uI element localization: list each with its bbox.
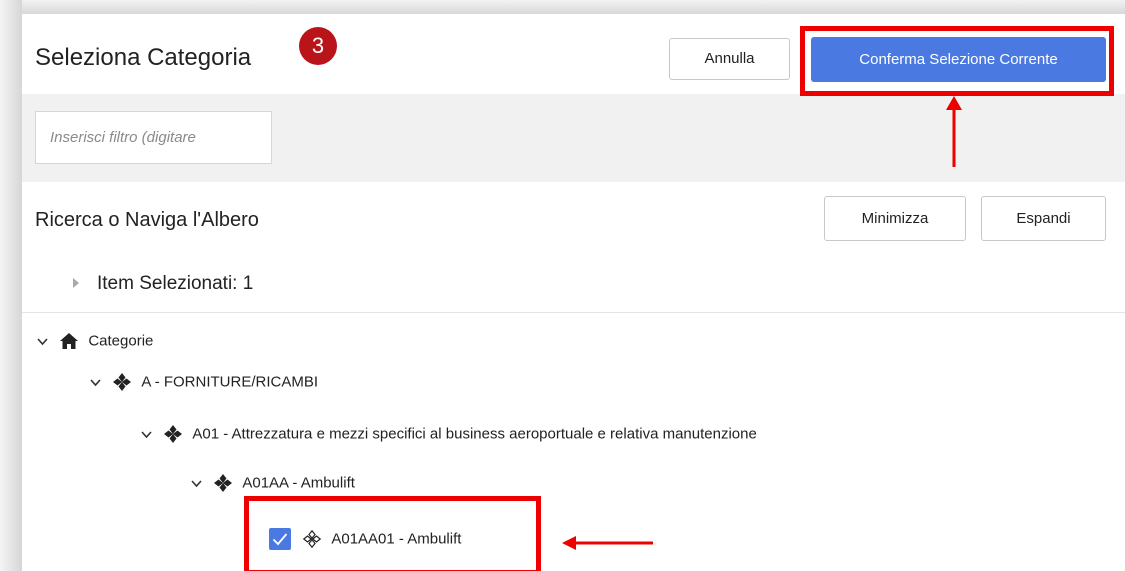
tree-node-label: Categorie bbox=[88, 332, 154, 350]
filter-input[interactable] bbox=[35, 111, 272, 164]
window-shadow-top bbox=[0, 0, 1125, 14]
cancel-button[interactable]: Annulla bbox=[669, 38, 790, 80]
chevron-down-icon[interactable] bbox=[89, 376, 102, 389]
chevron-down-icon[interactable] bbox=[190, 477, 203, 490]
window-shadow-left bbox=[0, 0, 22, 571]
tree-node-label: A01AA - Ambulift bbox=[242, 474, 355, 492]
tree-section-title: Ricerca o Naviga l'Albero bbox=[35, 209, 259, 231]
expand-button[interactable]: Espandi bbox=[981, 196, 1106, 241]
tree-node-label: A01 - Attrezzatura e mezzi specifici al … bbox=[192, 425, 757, 443]
step-badge: 3 bbox=[299, 27, 337, 65]
arrow-left-icon bbox=[562, 536, 653, 550]
selected-items-label: Item Selezionati: 1 bbox=[97, 273, 254, 294]
selected-items-row[interactable]: Item Selezionati: 1 bbox=[22, 260, 1125, 313]
minimize-button[interactable]: Minimizza bbox=[824, 196, 966, 241]
tree-node-label: A - FORNITURE/RICAMBI bbox=[141, 373, 319, 391]
diamond-cluster-icon bbox=[214, 474, 233, 493]
diamond-cluster-icon bbox=[113, 373, 132, 392]
caret-right-icon[interactable] bbox=[73, 278, 79, 288]
arrow-up-icon bbox=[946, 96, 962, 167]
tree-node-a[interactable]: A - FORNITURE/RICAMBI bbox=[89, 373, 318, 399]
tree-node-categorie[interactable]: Categorie bbox=[36, 332, 153, 358]
chevron-down-icon[interactable] bbox=[140, 428, 153, 441]
diamond-cluster-icon bbox=[164, 425, 183, 444]
category-dialog: Seleziona Categoria 3 Annulla Conferma S… bbox=[22, 14, 1125, 571]
home-icon bbox=[60, 333, 79, 350]
dialog-title: Seleziona Categoria bbox=[35, 44, 252, 71]
highlight-selected-leaf bbox=[244, 496, 541, 571]
highlight-confirm-button bbox=[800, 26, 1114, 96]
chevron-down-icon[interactable] bbox=[36, 335, 49, 348]
tree-node-a01[interactable]: A01 - Attrezzatura e mezzi specifici al … bbox=[140, 425, 757, 451]
